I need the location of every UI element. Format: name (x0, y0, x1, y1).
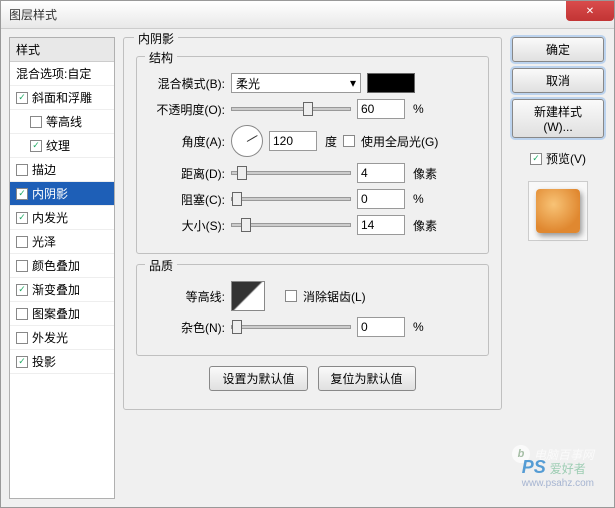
distance-unit: 像素 (411, 165, 437, 182)
sidebar-item-1[interactable]: 等高线 (10, 110, 114, 134)
layer-style-dialog: 图层样式 ✕ 样式 混合选项:自定 斜面和浮雕等高线纹理描边内阴影内发光光泽颜色… (0, 0, 615, 508)
angle-dial[interactable] (231, 125, 263, 157)
sidebar-label-2: 纹理 (46, 137, 70, 154)
opacity-unit: % (411, 102, 424, 116)
ok-button[interactable]: 确定 (512, 37, 604, 62)
sidebar-checkbox-3[interactable] (16, 164, 28, 176)
sidebar-checkbox-0[interactable] (16, 92, 28, 104)
preview-checkbox[interactable] (530, 153, 542, 165)
antialias-label: 消除锯齿(L) (303, 288, 366, 305)
quality-fieldset: 品质 等高线: 消除锯齿(L) 杂色(N): 0 % (136, 264, 489, 356)
noise-input[interactable]: 0 (357, 317, 405, 337)
angle-input[interactable]: 120 (269, 131, 317, 151)
sidebar-item-9[interactable]: 图案叠加 (10, 302, 114, 326)
antialias-checkbox[interactable] (285, 290, 297, 302)
sidebar-item-blending[interactable]: 混合选项:自定 (10, 62, 114, 86)
choke-slider[interactable] (231, 197, 351, 201)
choke-unit: % (411, 192, 424, 206)
preview-box (528, 181, 588, 241)
sidebar-label-11: 投影 (32, 353, 56, 370)
panel-title: 内阴影 (134, 30, 178, 47)
sidebar-item-2[interactable]: 纹理 (10, 134, 114, 158)
sidebar-label-1: 等高线 (46, 113, 82, 130)
sidebar-item-5[interactable]: 内发光 (10, 206, 114, 230)
preview-label: 预览(V) (546, 150, 586, 167)
distance-slider[interactable] (231, 171, 351, 175)
sidebar-label-0: 斜面和浮雕 (32, 89, 92, 106)
sidebar-checkbox-5[interactable] (16, 212, 28, 224)
sidebar-checkbox-4[interactable] (16, 188, 28, 200)
noise-slider[interactable] (231, 325, 351, 329)
contour-picker[interactable] (231, 281, 265, 311)
sidebar-item-4[interactable]: 内阴影 (10, 182, 114, 206)
blend-mode-select[interactable]: 柔光 (231, 73, 361, 93)
sidebar-label-9: 图案叠加 (32, 305, 80, 322)
window-title: 图层样式 (9, 6, 57, 23)
choke-input[interactable]: 0 (357, 189, 405, 209)
structure-legend: 结构 (145, 49, 177, 66)
shadow-color-swatch[interactable] (367, 73, 415, 93)
cancel-button[interactable]: 取消 (512, 68, 604, 93)
sidebar-checkbox-2[interactable] (30, 140, 42, 152)
angle-label: 角度(A): (149, 133, 225, 150)
sidebar-label-3: 描边 (32, 161, 56, 178)
sidebar-label-8: 渐变叠加 (32, 281, 80, 298)
noise-unit: % (411, 320, 424, 334)
opacity-slider[interactable] (231, 107, 351, 111)
titlebar: 图层样式 ✕ (1, 1, 614, 29)
sidebar-item-8[interactable]: 渐变叠加 (10, 278, 114, 302)
sidebar-header[interactable]: 样式 (10, 38, 114, 62)
sidebar-item-0[interactable]: 斜面和浮雕 (10, 86, 114, 110)
global-light-label: 使用全局光(G) (361, 133, 438, 150)
size-unit: 像素 (411, 217, 437, 234)
make-default-button[interactable]: 设置为默认值 (209, 366, 307, 391)
sidebar-label-10: 外发光 (32, 329, 68, 346)
contour-label: 等高线: (149, 288, 225, 305)
noise-label: 杂色(N): (149, 319, 225, 336)
sidebar-checkbox-9[interactable] (16, 308, 28, 320)
sidebar-label-7: 颜色叠加 (32, 257, 80, 274)
styles-sidebar: 样式 混合选项:自定 斜面和浮雕等高线纹理描边内阴影内发光光泽颜色叠加渐变叠加图… (9, 37, 115, 499)
opacity-input[interactable]: 60 (357, 99, 405, 119)
sidebar-item-10[interactable]: 外发光 (10, 326, 114, 350)
choke-label: 阻塞(C): (149, 191, 225, 208)
sidebar-checkbox-7[interactable] (16, 260, 28, 272)
close-button[interactable]: ✕ (566, 1, 614, 21)
sidebar-checkbox-1[interactable] (30, 116, 42, 128)
size-slider[interactable] (231, 223, 351, 227)
sidebar-item-11[interactable]: 投影 (10, 350, 114, 374)
blend-mode-label: 混合模式(B): (149, 75, 225, 92)
sidebar-checkbox-8[interactable] (16, 284, 28, 296)
size-label: 大小(S): (149, 217, 225, 234)
sidebar-checkbox-11[interactable] (16, 356, 28, 368)
opacity-label: 不透明度(O): (149, 101, 225, 118)
sidebar-item-7[interactable]: 颜色叠加 (10, 254, 114, 278)
effect-fieldset: 内阴影 结构 混合模式(B): 柔光 不透明度(O): 60 % (123, 37, 502, 410)
main-panel: 内阴影 结构 混合模式(B): 柔光 不透明度(O): 60 % (123, 37, 502, 499)
sidebar-item-3[interactable]: 描边 (10, 158, 114, 182)
quality-legend: 品质 (145, 257, 177, 274)
size-input[interactable]: 14 (357, 215, 405, 235)
global-light-checkbox[interactable] (343, 135, 355, 147)
sidebar-checkbox-10[interactable] (16, 332, 28, 344)
structure-fieldset: 结构 混合模式(B): 柔光 不透明度(O): 60 % 角度(A): (136, 56, 489, 254)
sidebar-label-4: 内阴影 (32, 185, 68, 202)
reset-default-button[interactable]: 复位为默认值 (318, 366, 416, 391)
distance-label: 距离(D): (149, 165, 225, 182)
new-style-button[interactable]: 新建样式(W)... (512, 99, 604, 138)
sidebar-label-5: 内发光 (32, 209, 68, 226)
watermark-ps: PS爱好者 www.psahz.com (522, 457, 594, 489)
sidebar-label-6: 光泽 (32, 233, 56, 250)
right-column: 确定 取消 新建样式(W)... 预览(V) (510, 37, 606, 499)
angle-unit: 度 (323, 133, 337, 150)
sidebar-item-6[interactable]: 光泽 (10, 230, 114, 254)
preview-thumb (536, 189, 580, 233)
distance-input[interactable]: 4 (357, 163, 405, 183)
sidebar-checkbox-6[interactable] (16, 236, 28, 248)
